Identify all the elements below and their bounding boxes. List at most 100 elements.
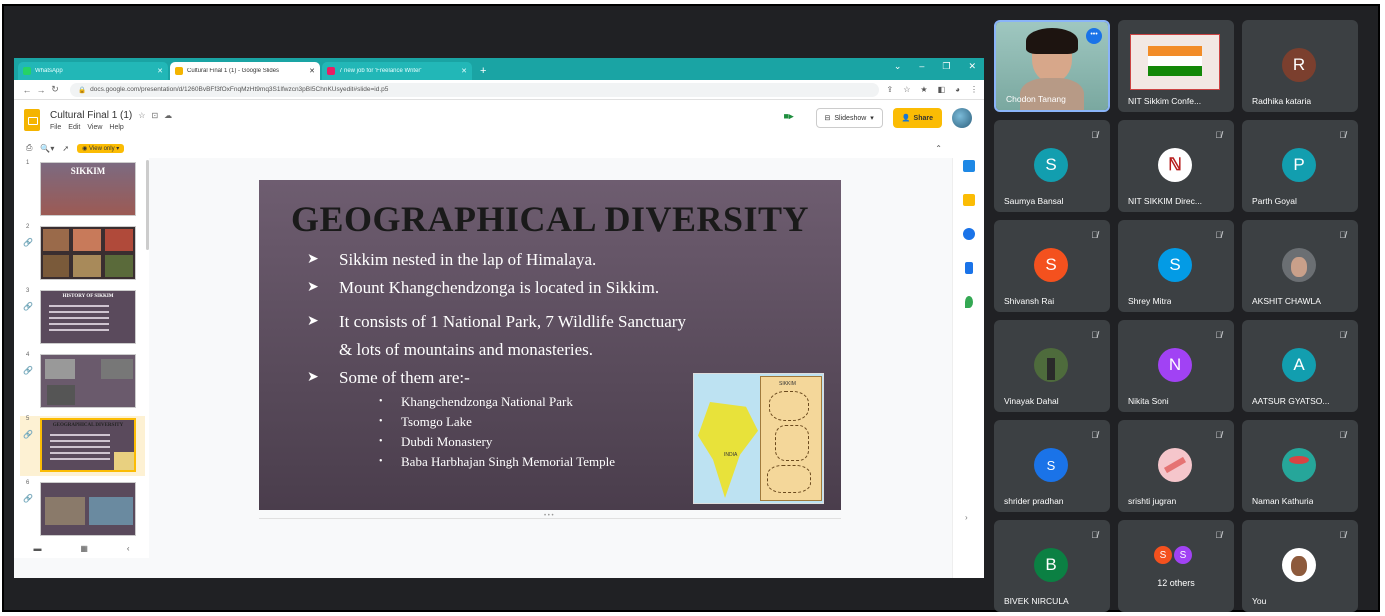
mic-off-icon: 🎙̸ — [1091, 130, 1098, 140]
keep-icon[interactable] — [963, 194, 975, 206]
forward-icon[interactable]: → — [34, 85, 48, 95]
avatar: S — [1158, 248, 1192, 282]
avatar: R — [1282, 48, 1316, 82]
participant-tile[interactable]: 🎙̸ Naman Kathuria — [1242, 420, 1358, 512]
chevron-right-icon[interactable]: › — [965, 513, 968, 522]
participant-tile[interactable]: 🎙̸ S Shrey Mitra — [1118, 220, 1234, 312]
profile-icon[interactable]: ◕ — [955, 85, 960, 94]
zoom-icon[interactable]: 🔍▾ — [40, 144, 54, 153]
list-view-icon[interactable]: ▬ — [33, 544, 41, 553]
more-options-icon[interactable]: ••• — [1086, 28, 1102, 44]
others-tile[interactable]: 🎙̸ S S 12 others — [1118, 520, 1234, 612]
mic-off-icon: 🎙̸ — [1091, 330, 1098, 340]
tab-title: Cultural Final 1 (1) - Google Slides — [187, 68, 280, 74]
back-icon[interactable]: ← — [20, 85, 34, 95]
participant-name: Nikita Soni — [1128, 396, 1169, 406]
collapse-toolbar-icon[interactable]: ⌃ — [935, 144, 942, 153]
participant-tile[interactable]: 🎙̸ A AATSUR GYATSO... — [1242, 320, 1358, 412]
avatar: S — [1034, 248, 1068, 282]
avatar: B — [1034, 548, 1068, 582]
print-icon[interactable]: ⎙ — [26, 143, 32, 153]
participant-tile[interactable]: 🎙̸ P Parth Goyal — [1242, 120, 1358, 212]
calendar-icon[interactable] — [963, 160, 975, 172]
close-icon[interactable]: ✕ — [157, 67, 163, 75]
link-icon: 🔗 — [23, 494, 33, 503]
participant-tile[interactable]: R Radhika kataria — [1242, 20, 1358, 112]
participant-tile[interactable]: 🎙̸ B BIVEK NIRCULA — [994, 520, 1110, 612]
self-tile[interactable]: 🎙̸ You — [1242, 520, 1358, 612]
participant-name: Parth Goyal — [1252, 196, 1297, 206]
shared-screen: WhatsApp ✕ Cultural Final 1 (1) - Google… — [14, 58, 984, 578]
new-tab-button[interactable]: + — [474, 65, 492, 80]
meet-camera-icon[interactable]: ■▸ — [784, 111, 806, 125]
reload-icon[interactable]: ↻ — [48, 84, 62, 95]
slide-thumbnail-5[interactable]: 5 🔗 GEOGRAPHICAL DIVERSITY — [20, 416, 145, 476]
participant-tile[interactable]: 🎙̸ S Shivansh Rai — [994, 220, 1110, 312]
grid-view-icon[interactable]: ▦ — [80, 544, 88, 553]
menu-bar: File Edit View Help — [50, 124, 172, 131]
contacts-icon[interactable] — [965, 262, 973, 274]
slide-thumbnail-6[interactable]: 6 🔗 — [20, 480, 145, 540]
document-title[interactable]: Cultural Final 1 (1) — [50, 110, 132, 121]
star-icon[interactable]: ☆ — [138, 111, 145, 120]
slide-thumbnail-2[interactable]: 2 🔗 — [20, 224, 145, 284]
tasks-icon[interactable] — [963, 228, 975, 240]
site-icon — [327, 67, 335, 75]
menu-view[interactable]: View — [87, 124, 102, 131]
docs-toolbar: ⎙ 🔍▾ ➚ ◉ View only ▾ ⌃ — [14, 140, 984, 156]
slideshow-button[interactable]: ⊟ Slideshow ▾ — [815, 108, 883, 128]
participant-tile[interactable]: 🎙̸ AKSHIT CHAWLA — [1242, 220, 1358, 312]
avatar[interactable] — [952, 108, 972, 128]
participant-tile[interactable]: 🎙̸ S Saumya Bansal — [994, 120, 1110, 212]
maps-icon[interactable] — [965, 296, 973, 308]
sidebar-icon[interactable]: ◧ — [938, 85, 946, 94]
tab-google-slides[interactable]: Cultural Final 1 (1) - Google Slides ✕ — [170, 62, 320, 80]
star-icon[interactable]: ☆ — [903, 85, 910, 94]
participant-tile[interactable]: ••• Chodon Tanang — [994, 20, 1110, 112]
minimize-icon[interactable]: – — [919, 61, 924, 72]
participant-tile[interactable]: 🎙̸ ℕ NIT SIKKIM Direc... — [1118, 120, 1234, 212]
close-icon[interactable]: ✕ — [309, 67, 315, 75]
others-count: 12 others — [1157, 578, 1195, 588]
participant-name: Chodon Tanang — [1006, 94, 1066, 104]
maximize-icon[interactable]: ❐ — [942, 61, 950, 72]
participant-name: srishti jugran — [1128, 496, 1177, 506]
slide-thumbnail-4[interactable]: 4 🔗 — [20, 352, 145, 412]
close-window-icon[interactable]: ✕ — [968, 61, 976, 72]
collapse-left-icon[interactable]: ‹ — [127, 544, 130, 553]
menu-help[interactable]: Help — [109, 124, 123, 131]
filmstrip-scrollbar[interactable] — [146, 160, 149, 250]
bullet-item: ➤ It consists of 1 National Park, 7 Wildl… — [307, 312, 686, 331]
slide-canvas: GEOGRAPHICAL DIVERSITY ➤ Sikkim nested in… — [259, 180, 841, 510]
kebab-menu-icon[interactable]: ⋮ — [970, 85, 978, 94]
participant-name: Saumya Bansal — [1004, 196, 1064, 206]
slide-thumbnail-3[interactable]: 3 🔗 HISTORY OF SIKKIM — [20, 288, 145, 348]
participant-tile[interactable]: 🎙̸ srishti jugran — [1118, 420, 1234, 512]
participant-tile[interactable]: NIT Sikkim Confe... — [1118, 20, 1234, 112]
participant-grid: ••• Chodon Tanang NIT Sikkim Confe... R … — [994, 20, 1360, 612]
share-button[interactable]: 👤 Share — [892, 108, 942, 128]
close-icon[interactable]: ✕ — [461, 67, 467, 75]
menu-file[interactable]: File — [50, 124, 61, 131]
select-icon[interactable]: ➚ — [62, 144, 69, 153]
share-page-icon[interactable]: ⇪ — [887, 85, 894, 94]
link-icon: 🔗 — [23, 430, 33, 439]
url-input[interactable]: 🔒 docs.google.com/presentation/d/1260BvB… — [70, 82, 879, 97]
mic-off-icon: 🎙̸ — [1339, 230, 1346, 240]
address-icons: ⇪ ☆ ★ ◧ ◕ ⋮ — [887, 85, 978, 94]
menu-edit[interactable]: Edit — [68, 124, 80, 131]
extension-icon[interactable]: ★ — [920, 85, 927, 94]
slide-thumbnail-1[interactable]: 1 SIKKIM — [20, 160, 145, 220]
participant-name: AATSUR GYATSO... — [1252, 396, 1330, 406]
chevron-down-icon[interactable]: ▾ — [870, 114, 874, 122]
participant-tile[interactable]: 🎙̸ S shrider pradhan — [994, 420, 1110, 512]
tab-freelance-job[interactable]: 7 new job for 'Freelance Writer' ✕ — [322, 62, 472, 80]
chevron-down-icon[interactable]: ⌄ — [894, 61, 902, 72]
view-only-badge[interactable]: ◉ View only ▾ — [77, 143, 125, 153]
participant-tile[interactable]: 🎙̸ Vinayak Dahal — [994, 320, 1110, 412]
drag-handle-icon[interactable]: • • • — [544, 513, 554, 519]
move-folder-icon[interactable]: ⊡ — [151, 111, 158, 120]
participant-tile[interactable]: 🎙̸ N Nikita Soni — [1118, 320, 1234, 412]
slides-logo-icon[interactable] — [24, 109, 40, 131]
tab-whatsapp[interactable]: WhatsApp ✕ — [18, 62, 168, 80]
